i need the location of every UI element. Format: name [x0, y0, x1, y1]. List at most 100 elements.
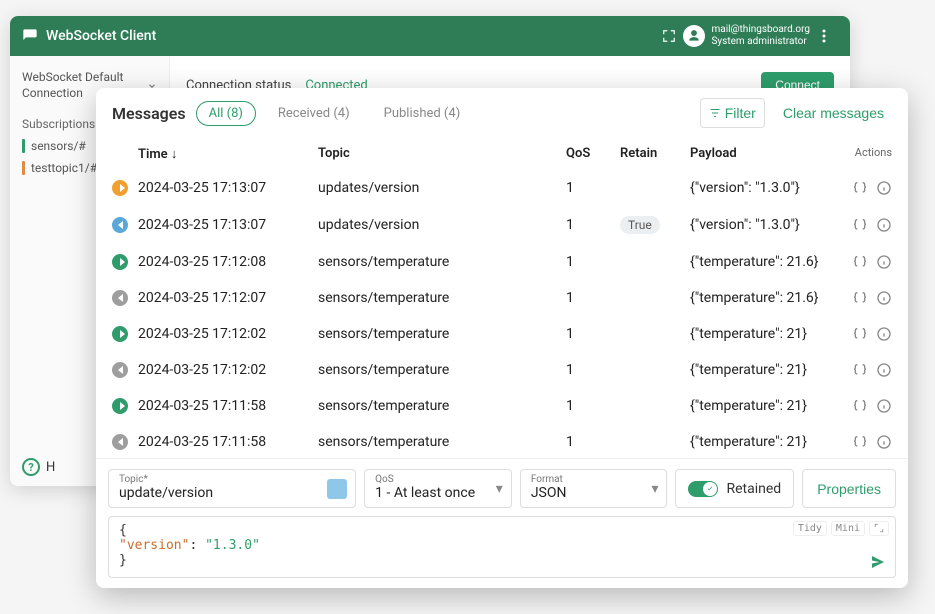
cell-qos: 1	[566, 362, 620, 378]
user-email: mail@thingsboard.org	[711, 24, 810, 36]
col-actions: Actions	[832, 146, 892, 162]
col-retain: Retain	[620, 146, 690, 162]
cell-qos: 1	[566, 326, 620, 342]
col-payload: Payload	[690, 146, 832, 162]
cell-payload: {"temperature": 21.6}	[690, 290, 832, 306]
cell-time: 2024-03-25 17:12:02	[138, 362, 318, 378]
cell-qos: 1	[566, 180, 620, 196]
filter-button-label: Filter	[725, 105, 756, 121]
cell-qos: 1	[566, 217, 620, 233]
cell-qos: 1	[566, 434, 620, 450]
tab-published[interactable]: Published (4)	[372, 102, 473, 125]
cell-topic: updates/version	[318, 217, 566, 233]
table-row[interactable]: 2024-03-25 17:13:07 updates/version 1 Tr…	[96, 206, 908, 244]
filter-icon	[709, 107, 721, 119]
direction-icon	[112, 326, 128, 342]
braces-icon[interactable]	[852, 254, 868, 270]
cell-topic: sensors/temperature	[318, 362, 566, 378]
braces-icon[interactable]	[852, 217, 868, 233]
qos-select[interactable]: QoS 1 - At least once ▾	[364, 469, 512, 508]
cell-time: 2024-03-25 17:13:07	[138, 180, 318, 196]
subscription-topic: testtopic1/#	[31, 161, 97, 175]
table-header: Time ↓ Topic QoS Retain Payload Actions	[96, 138, 908, 170]
properties-button[interactable]: Properties	[802, 469, 896, 508]
help-letter: H	[46, 460, 55, 475]
braces-icon[interactable]	[852, 362, 868, 378]
braces-icon[interactable]	[852, 434, 868, 450]
retained-label: Retained	[726, 481, 781, 497]
subscription-color-bar	[22, 139, 25, 153]
avatar-icon	[683, 25, 705, 47]
braces-icon[interactable]	[852, 398, 868, 414]
payload-editor[interactable]: Tidy Mini { "version": "1.3.0" }	[108, 516, 896, 578]
retained-toggle[interactable]: Retained	[675, 469, 794, 508]
info-icon[interactable]	[876, 362, 892, 378]
cell-payload: {"temperature": 21}	[690, 434, 832, 450]
direction-icon	[112, 290, 128, 306]
col-time[interactable]: Time ↓	[138, 146, 318, 162]
clear-messages-button[interactable]: Clear messages	[775, 99, 892, 127]
chevron-down-icon: ▾	[651, 481, 658, 497]
cell-qos: 1	[566, 398, 620, 414]
cell-payload: {"temperature": 21}	[690, 398, 832, 414]
qos-label: QoS	[375, 474, 501, 485]
mini-button[interactable]: Mini	[831, 521, 865, 536]
tidy-button[interactable]: Tidy	[793, 521, 827, 536]
table-row[interactable]: 2024-03-25 17:13:07 updates/version 1 {"…	[96, 170, 908, 206]
info-icon[interactable]	[876, 398, 892, 414]
info-icon[interactable]	[876, 290, 892, 306]
cell-qos: 1	[566, 254, 620, 270]
col-topic: Topic	[318, 146, 566, 162]
cell-payload: {"temperature": 21}	[690, 362, 832, 378]
cell-time: 2024-03-25 17:11:58	[138, 434, 318, 450]
tab-received[interactable]: Received (4)	[266, 102, 362, 125]
cell-qos: 1	[566, 290, 620, 306]
info-icon[interactable]	[876, 326, 892, 342]
braces-icon[interactable]	[852, 290, 868, 306]
direction-icon	[112, 217, 128, 233]
cell-time: 2024-03-25 17:13:07	[138, 217, 318, 233]
table-row[interactable]: 2024-03-25 17:11:58 sensors/temperature …	[96, 388, 908, 424]
cell-payload: {"temperature": 21.6}	[690, 254, 832, 270]
table-row[interactable]: 2024-03-25 17:12:02 sensors/temperature …	[96, 316, 908, 352]
switch-on-icon	[688, 481, 718, 497]
help-row[interactable]: ? H	[22, 458, 55, 476]
format-select[interactable]: Format JSON ▾	[520, 469, 668, 508]
send-button[interactable]	[869, 553, 887, 571]
table-row[interactable]: 2024-03-25 17:12:07 sensors/temperature …	[96, 280, 908, 316]
table-row[interactable]: 2024-03-25 17:12:02 sensors/temperature …	[96, 352, 908, 388]
topic-input[interactable]: Topic* update/version	[108, 469, 356, 508]
tab-all[interactable]: All (8)	[196, 101, 256, 126]
info-icon[interactable]	[876, 217, 892, 233]
table-row[interactable]: 2024-03-25 17:12:08 sensors/temperature …	[96, 244, 908, 280]
expand-icon[interactable]	[869, 521, 889, 536]
qos-value: 1 - At least once	[375, 485, 501, 501]
cell-topic: sensors/temperature	[318, 398, 566, 414]
more-icon[interactable]	[810, 22, 838, 50]
filter-button[interactable]: Filter	[700, 98, 765, 128]
cell-time: 2024-03-25 17:12:02	[138, 326, 318, 342]
topic-color-chip[interactable]	[327, 479, 347, 499]
cell-payload: {"temperature": 21}	[690, 326, 832, 342]
table-row[interactable]: 2024-03-25 17:11:58 sensors/temperature …	[96, 424, 908, 458]
titlebar: WebSocket Client mail@thingsboard.org Sy…	[10, 16, 850, 56]
cell-payload: {"version": "1.3.0"}	[690, 180, 832, 196]
cell-time: 2024-03-25 17:12:08	[138, 254, 318, 270]
info-icon[interactable]	[876, 254, 892, 270]
direction-icon	[112, 434, 128, 450]
cell-payload: {"version": "1.3.0"}	[690, 217, 832, 233]
messages-panel: Messages All (8) Received (4) Published …	[96, 88, 908, 588]
cell-topic: sensors/temperature	[318, 326, 566, 342]
fullscreen-icon[interactable]	[655, 22, 683, 50]
subscription-color-bar	[22, 161, 25, 175]
info-icon[interactable]	[876, 434, 892, 450]
topic-label: Topic*	[119, 474, 345, 485]
cell-time: 2024-03-25 17:11:58	[138, 398, 318, 414]
user-menu[interactable]: mail@thingsboard.org System administrato…	[683, 24, 810, 48]
info-icon[interactable]	[876, 180, 892, 196]
chevron-down-icon: ▾	[496, 481, 503, 497]
braces-icon[interactable]	[852, 180, 868, 196]
braces-icon[interactable]	[852, 326, 868, 342]
format-label: Format	[531, 474, 657, 485]
cell-topic: sensors/temperature	[318, 434, 566, 450]
